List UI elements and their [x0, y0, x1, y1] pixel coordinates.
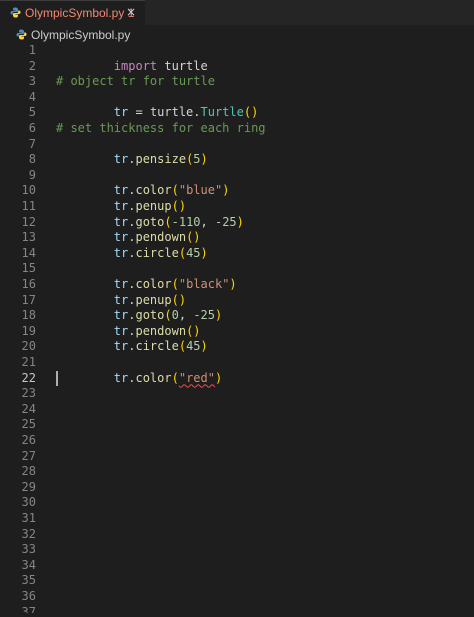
- variable: tr: [113, 105, 129, 120]
- line-number-row: 32: [0, 527, 474, 543]
- line-number: 35: [21, 573, 36, 588]
- line-number: 26: [21, 433, 36, 447]
- paren: ): [200, 152, 208, 167]
- code-line[interactable]: tr.color("red"): [0, 355, 474, 385]
- close-icon[interactable]: ×: [126, 5, 136, 19]
- code-line[interactable]: tr.penup(): [0, 277, 474, 307]
- line-number: 24: [21, 401, 36, 416]
- line-number-row: 30: [0, 495, 474, 511]
- line-number-row: 35: [0, 573, 474, 589]
- variable: tr: [113, 152, 129, 167]
- code-line[interactable]: # object tr for turtle: [0, 74, 474, 90]
- line-number: 25: [21, 417, 36, 432]
- line-number: 32: [21, 526, 36, 541]
- line-number-row: 33: [0, 542, 474, 558]
- code-line[interactable]: # set thickness for each ring: [0, 121, 474, 137]
- line-number: 34: [21, 557, 36, 572]
- editor[interactable]: 1 2 3 4 5 6 7 8 9 10 11 12 13 14 15 16 17 18 19 20 21 22 23 24 2…: [0, 43, 474, 617]
- code-line-active[interactable]: [0, 370, 474, 387]
- comment: # object tr for turtle: [56, 74, 215, 89]
- comment: # set thickness for each ring: [56, 121, 266, 135]
- code-line[interactable]: tr.pendown(): [0, 308, 474, 338]
- paren: (: [178, 245, 187, 260]
- variable: tr: [113, 245, 129, 260]
- python-icon: [10, 7, 21, 18]
- keyword: import: [113, 58, 158, 73]
- tab-olympic-symbol[interactable]: OlympicSymbol.py 1 ×: [0, 0, 145, 25]
- line-number: 8: [28, 152, 36, 167]
- line-number-row: 36: [0, 589, 474, 605]
- class-name: Turtle: [200, 105, 244, 120]
- tab-bar: OlympicSymbol.py 1 ×: [0, 0, 474, 25]
- number: 45: [186, 339, 201, 354]
- line-number: 5: [28, 105, 36, 120]
- line-number: 29: [21, 479, 36, 494]
- number: 45: [186, 245, 201, 260]
- line-number-row: 29: [0, 480, 474, 496]
- code-line[interactable]: tr.color("black"): [0, 261, 474, 291]
- function-call: circle: [135, 339, 179, 354]
- line-number: 27: [21, 448, 36, 463]
- line-number-row: 25: [0, 417, 474, 433]
- code-line[interactable]: tr.color("blue"): [0, 168, 474, 197]
- line-number: 23: [21, 386, 36, 401]
- breadcrumb-file[interactable]: OlympicSymbol.py: [31, 28, 130, 42]
- paren: (: [178, 339, 187, 354]
- dot: .: [193, 105, 201, 120]
- line-number: 31: [21, 511, 36, 525]
- function-call: circle: [135, 245, 179, 260]
- paren: (): [243, 105, 259, 120]
- code-line[interactable]: tr.circle(45): [0, 324, 474, 353]
- code-line[interactable]: tr.goto(-110, -25): [0, 199, 474, 229]
- function-call: pensize: [135, 152, 187, 167]
- code-line[interactable]: tr.penup(): [0, 183, 474, 213]
- paren: ): [200, 245, 208, 260]
- operator: =: [128, 105, 150, 120]
- paren: ): [200, 339, 208, 354]
- bottom-strip: [0, 613, 474, 617]
- line-number-row: 27: [0, 449, 474, 465]
- line-number: 28: [21, 464, 36, 479]
- breadcrumb: OlympicSymbol.py: [0, 25, 474, 45]
- number: 5: [193, 152, 201, 167]
- text-cursor: [56, 370, 58, 386]
- python-icon: [16, 29, 27, 40]
- code-line[interactable]: tr.goto(0, -25): [0, 293, 474, 322]
- code-line[interactable]: tr.pendown(): [0, 215, 474, 244]
- line-number-row: 34: [0, 558, 474, 574]
- module-name: turtle: [157, 58, 208, 73]
- line-number-row: 31: [0, 511, 474, 527]
- code-line[interactable]: tr.pensize(5): [0, 137, 474, 166]
- line-number: 2: [28, 58, 36, 73]
- line-number: 30: [21, 495, 36, 510]
- code-editor-window: OlympicSymbol.py 1 × OlympicSymbol.py 1 2…: [0, 0, 474, 617]
- line-number: 36: [21, 589, 36, 603]
- line-number-row: 24: [0, 402, 474, 418]
- line-number: 33: [21, 542, 36, 557]
- code-line[interactable]: tr.circle(45): [0, 230, 474, 260]
- module-name: turtle: [149, 105, 194, 120]
- code-line[interactable]: import turtle: [0, 43, 474, 73]
- line-number: 14: [21, 245, 36, 260]
- line-number-row: 26: [0, 433, 474, 449]
- variable: tr: [113, 339, 129, 354]
- line-number-row: 28: [0, 464, 474, 480]
- tab-label: OlympicSymbol.py 1: [25, 6, 135, 20]
- line-number: 20: [21, 339, 36, 354]
- code-line[interactable]: tr = turtle.Turtle(): [0, 90, 474, 119]
